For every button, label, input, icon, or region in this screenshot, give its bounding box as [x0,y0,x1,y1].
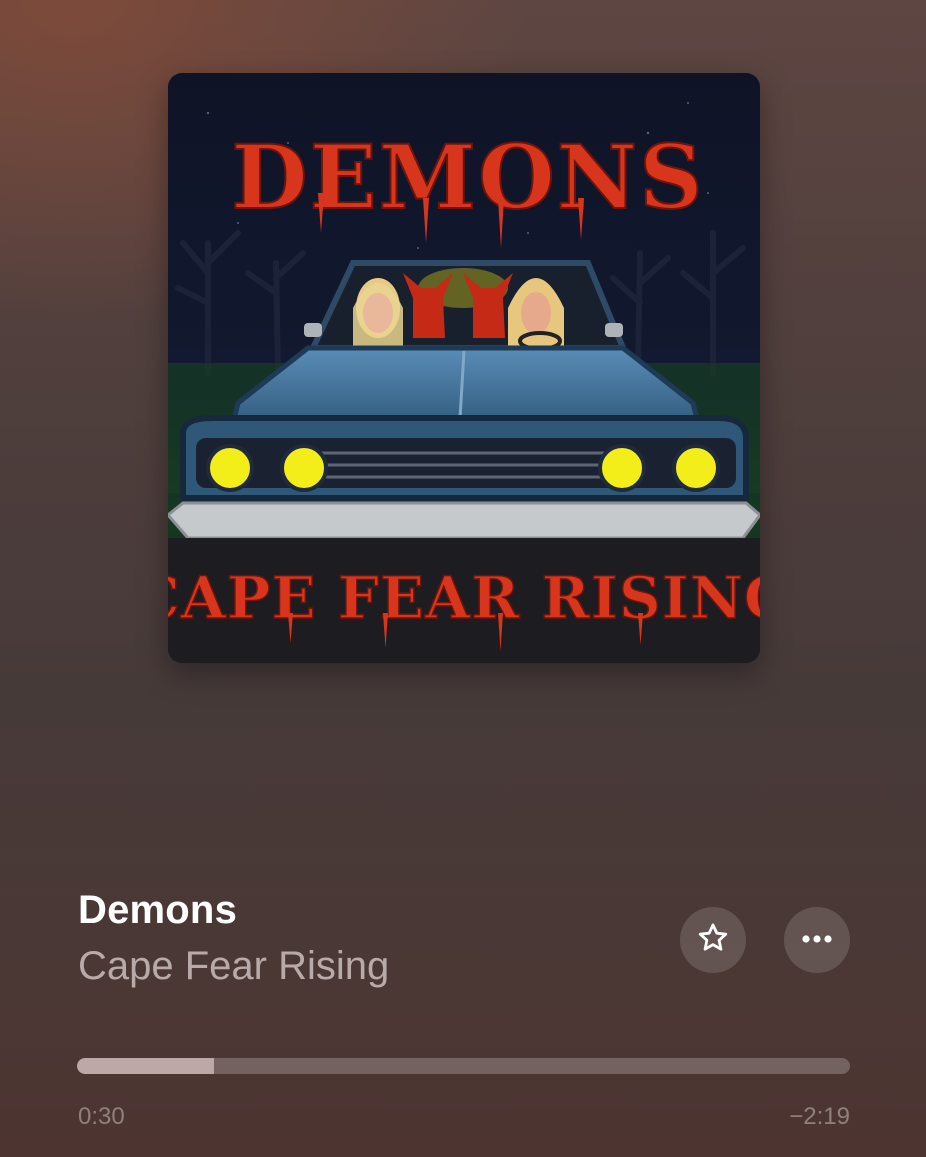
artwork-title-text: DEMONS [231,125,704,229]
playback-progress-bar[interactable] [77,1058,850,1074]
progress-fill [77,1058,215,1074]
remaining-time: −2:19 [789,1103,850,1130]
favorite-button[interactable] [680,907,746,973]
album-artwork[interactable]: DEMONS APE FEAR RISIN [168,73,760,663]
track-artist[interactable]: Cape Fear Rising [78,944,389,989]
more-options-button[interactable] [784,907,850,973]
star-icon [696,921,730,960]
elapsed-time: 0:30 [78,1103,125,1130]
artwork-artist-text: CAPE FEAR RISING [168,564,760,632]
ellipsis-icon [800,931,834,949]
track-title: Demons [78,888,238,932]
